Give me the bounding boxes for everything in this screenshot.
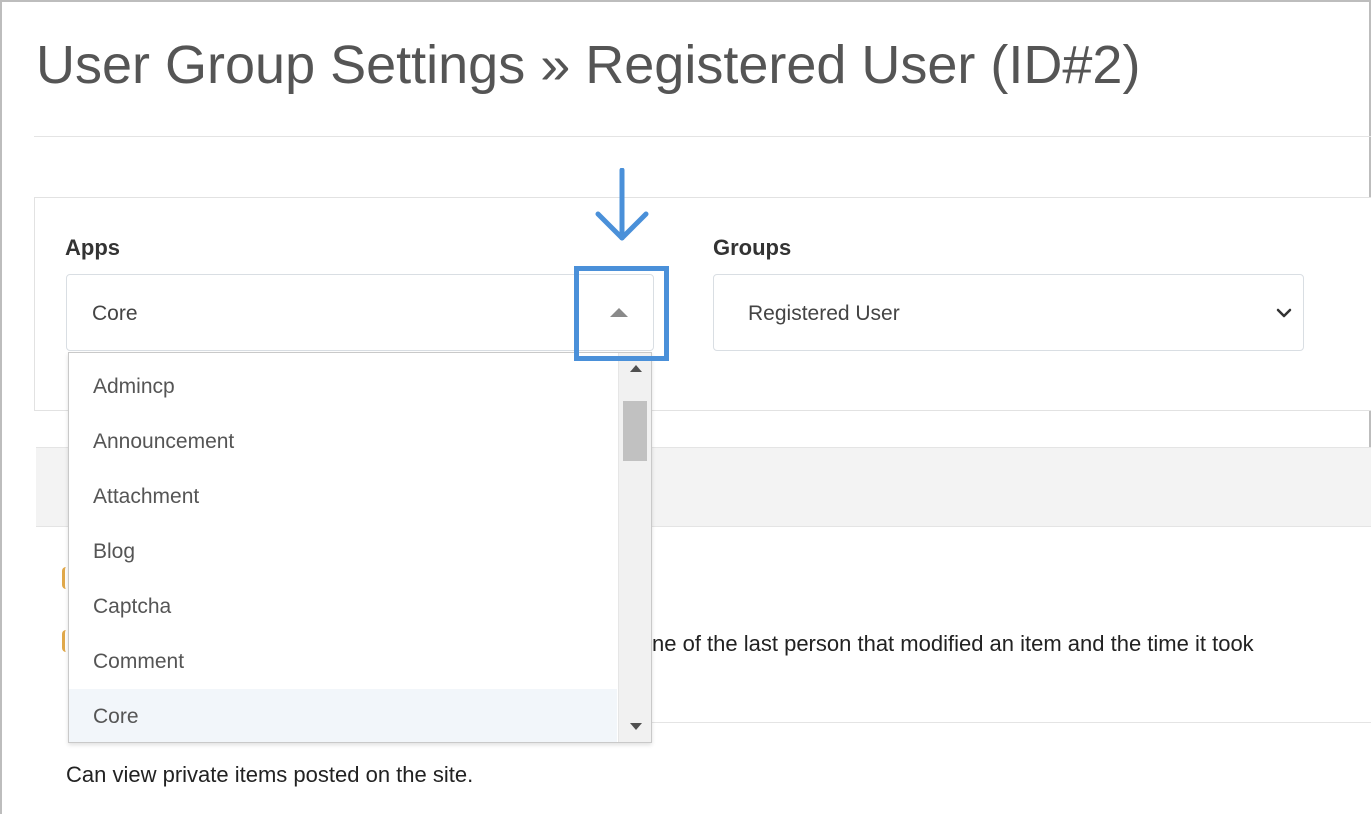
dropdown-option[interactable]: Admincp <box>69 359 617 414</box>
arrow-down-icon <box>595 168 649 241</box>
dropdown-option[interactable]: Attachment <box>69 469 617 524</box>
annotation-highlight-box <box>574 266 669 361</box>
scroll-thumb[interactable] <box>623 401 647 461</box>
dropdown-option[interactable]: Comment <box>69 634 617 689</box>
title-divider <box>34 136 1371 137</box>
groups-selected-value: Registered User <box>748 302 900 325</box>
setting-description: ne of the last person that modified an i… <box>652 631 1254 656</box>
groups-select[interactable]: Registered User <box>713 274 1304 351</box>
scroll-down-arrow-icon[interactable] <box>630 723 642 730</box>
apps-dropdown-list[interactable]: Admincp Announcement Attachment Blog Cap… <box>68 352 652 743</box>
dropdown-option-selected[interactable]: Core <box>69 689 617 742</box>
setting-description: Can view private items posted on the sit… <box>66 762 474 787</box>
page-title: User Group Settings » Registered User (I… <box>36 35 1141 95</box>
apps-selected-value: Core <box>92 302 138 325</box>
dropdown-option[interactable]: Announcement <box>69 414 617 469</box>
dropdown-option[interactable]: Blog <box>69 524 617 579</box>
dropdown-scrollbar[interactable] <box>618 353 651 742</box>
dropdown-option[interactable]: Captcha <box>69 579 617 634</box>
apps-label: Apps <box>65 235 120 260</box>
apps-select[interactable]: Core <box>66 274 654 351</box>
setting-divider <box>652 722 1371 723</box>
scroll-up-arrow-icon[interactable] <box>630 365 642 372</box>
groups-label: Groups <box>713 235 792 260</box>
chevron-down-icon <box>1276 308 1292 318</box>
